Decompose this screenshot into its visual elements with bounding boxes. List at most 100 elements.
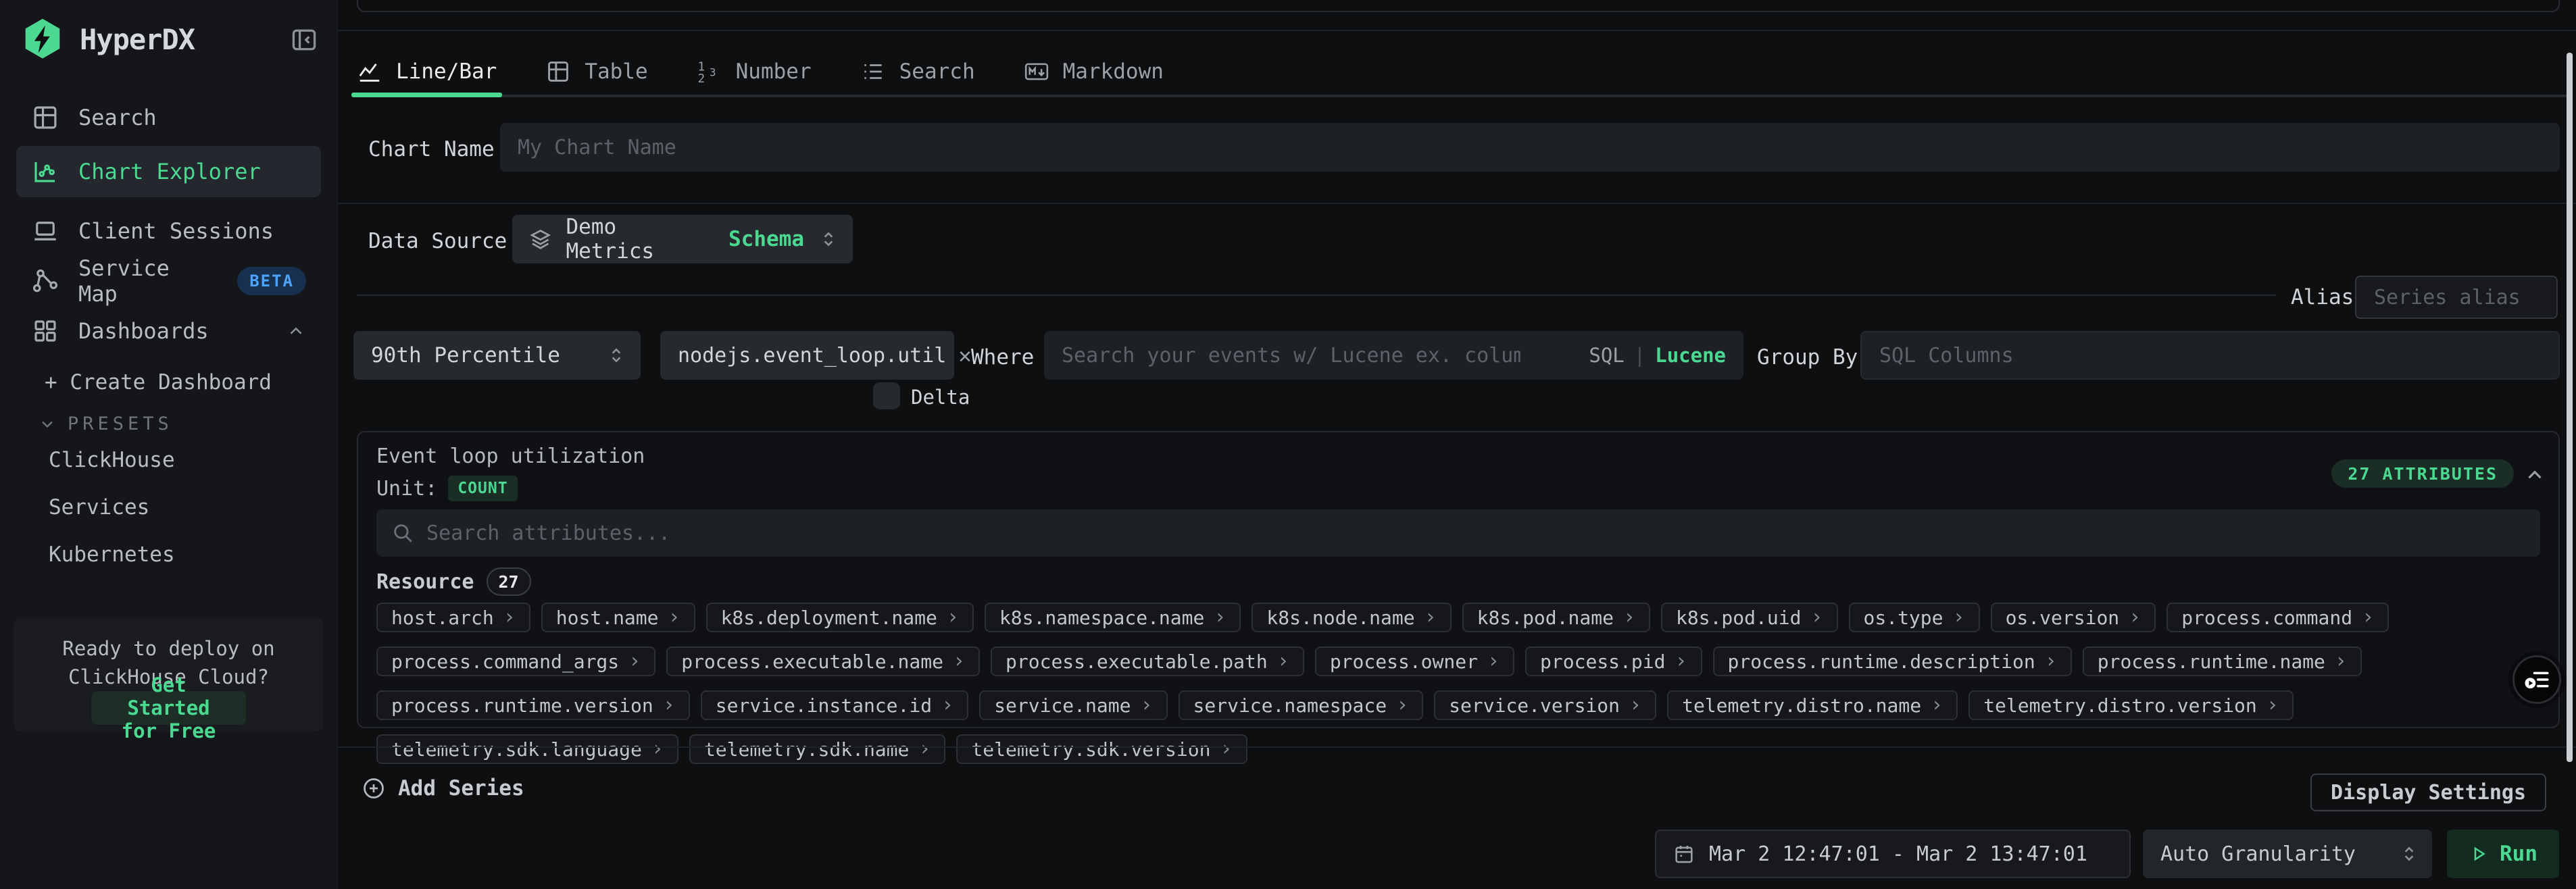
attribute-chip[interactable]: k8s.pod.uid › [1661, 603, 1838, 632]
lucene-option[interactable]: Lucene [1655, 344, 1726, 367]
chevron-right-icon: › [2045, 651, 2057, 671]
aggregation-value: 90th Percentile [371, 343, 560, 367]
cloud-promo-card: Ready to deploy on ClickHouse Cloud? Get… [14, 618, 324, 732]
divider [338, 746, 2576, 748]
sidebar-item-chart-explorer[interactable]: Chart Explorer [16, 146, 321, 197]
where-search: SQL | Lucene [1044, 331, 1743, 380]
group-by-input[interactable] [1860, 331, 2560, 380]
sidebar-item-label: Client Sessions [78, 218, 274, 244]
tab-label: Search [899, 59, 975, 84]
scrollbar-thumb[interactable] [2567, 53, 2573, 762]
markdown-icon [1024, 59, 1049, 84]
attribute-chip[interactable]: service.namespace › [1179, 690, 1424, 720]
resource-count-badge: 27 [487, 567, 531, 596]
granularity-select[interactable]: Auto Granularity [2143, 830, 2432, 878]
attribute-chip[interactable]: telemetry.sdk.version › [956, 734, 1247, 764]
numbers-icon: 1 2 3 [697, 59, 722, 84]
attribute-chip[interactable]: process.command_args › [376, 646, 655, 676]
attribute-chip[interactable]: k8s.namespace.name › [985, 603, 1241, 632]
attribute-chip[interactable]: service.name › [979, 690, 1167, 720]
query-language-toggle[interactable]: SQL | Lucene [1589, 331, 1726, 380]
chevron-right-icon: › [503, 607, 516, 628]
sql-option[interactable]: SQL [1589, 344, 1624, 367]
chevron-right-icon: › [1396, 695, 1408, 715]
attribute-name: process.runtime.description [1728, 651, 2035, 673]
attribute-chip[interactable]: os.type › [1849, 603, 1980, 632]
where-label: Where [971, 345, 1034, 370]
attribute-chip[interactable]: service.instance.id › [701, 690, 968, 720]
sidebar-item-search[interactable]: Search [16, 95, 321, 141]
attribute-name: telemetry.distro.version [1983, 694, 2257, 717]
schema-link[interactable]: Schema [728, 227, 804, 251]
attribute-chip[interactable]: process.owner › [1315, 646, 1514, 676]
attribute-chip[interactable]: k8s.node.name › [1252, 603, 1451, 632]
attribute-chip[interactable]: process.executable.path › [991, 646, 1304, 676]
chart-name-input[interactable] [500, 123, 2560, 172]
attribute-chip[interactable]: host.arch › [376, 603, 530, 632]
chevron-right-icon: › [947, 607, 959, 628]
filter-float-button[interactable] [2512, 655, 2561, 704]
attribute-chip[interactable]: process.runtime.version › [376, 690, 690, 720]
chevron-right-icon: › [1220, 739, 1232, 759]
run-label: Run [2500, 842, 2537, 866]
attribute-chip[interactable]: k8s.deployment.name › [706, 603, 974, 632]
attribute-chip[interactable]: process.runtime.description › [1713, 646, 2072, 676]
attribute-name: process.command_args [391, 651, 619, 673]
delta-checkbox[interactable] [873, 382, 900, 409]
chevron-right-icon: › [1623, 607, 1635, 628]
aggregation-select[interactable]: 90th Percentile [353, 331, 641, 380]
preset-item[interactable]: Kubernetes [49, 539, 175, 570]
attribute-chip[interactable]: telemetry.sdk.name › [689, 734, 946, 764]
attribute-name: telemetry.sdk.version [971, 738, 1210, 761]
attribute-chip[interactable]: telemetry.distro.name › [1667, 690, 1958, 720]
sidebar-item-label: Chart Explorer [78, 159, 261, 184]
sidebar-collapse-icon[interactable] [289, 24, 320, 55]
sidebar-item-dashboards[interactable]: Dashboards [16, 308, 321, 354]
layers-icon [528, 227, 552, 251]
alias-input[interactable] [2355, 276, 2558, 319]
metric-select[interactable]: nodejs.event_loop.util ✕ [660, 331, 954, 380]
time-range-value: Mar 2 12:47:01 - Mar 2 13:47:01 [1709, 842, 2087, 866]
tab-markdown[interactable]: Markdown [1024, 49, 1164, 95]
metric-description: Event loop utilization [376, 444, 645, 468]
time-range-picker[interactable]: Mar 2 12:47:01 - Mar 2 13:47:01 [1655, 830, 2131, 878]
tab-number[interactable]: 1 2 3 Number [697, 49, 812, 95]
attribute-chip[interactable]: process.pid › [1525, 646, 1702, 676]
tab-search[interactable]: Search [860, 49, 975, 95]
tab-line-bar[interactable]: Line/Bar [357, 49, 497, 95]
preset-item[interactable]: ClickHouse [49, 444, 175, 476]
attribute-chip[interactable]: telemetry.sdk.language › [376, 734, 678, 764]
attribute-chip[interactable]: process.executable.name › [666, 646, 980, 676]
attributes-search-input[interactable] [376, 509, 2540, 557]
search-icon [391, 522, 414, 544]
tab-table[interactable]: Table [545, 49, 647, 95]
preset-item[interactable]: Services [49, 492, 175, 523]
add-series-button[interactable]: Add Series [362, 771, 524, 805]
attribute-chip[interactable]: host.name › [541, 603, 695, 632]
attribute-name: process.runtime.version [391, 694, 653, 717]
close-icon[interactable]: ✕ [958, 345, 971, 366]
attribute-chip[interactable]: k8s.pod.name › [1462, 603, 1650, 632]
group-by-label: Group By [1757, 345, 1858, 370]
metric-attributes-panel: Event loop utilization Unit: COUNT 27 AT… [357, 431, 2560, 728]
sidebar-item-client-sessions[interactable]: Client Sessions [16, 208, 321, 254]
table-icon [31, 103, 59, 132]
attribute-chip[interactable]: service.version › [1434, 690, 1656, 720]
display-settings-button[interactable]: Display Settings [2310, 773, 2546, 811]
data-source-select[interactable]: Demo Metrics Schema [512, 215, 853, 263]
attribute-chip[interactable]: process.runtime.name › [2083, 646, 2362, 676]
collapse-chevron-icon[interactable] [2523, 463, 2546, 486]
presets-toggle[interactable]: PRESETS [38, 413, 173, 434]
attribute-chip[interactable]: os.version › [1991, 603, 2156, 632]
chevron-right-icon: › [1675, 651, 1687, 671]
attribute-chip[interactable]: process.command › [2166, 603, 2389, 632]
create-dashboard-button[interactable]: + Create Dashboard [45, 370, 272, 395]
tab-label: Line/Bar [396, 59, 497, 84]
get-started-button[interactable]: Get Started for Free [91, 691, 247, 725]
metric-name: nodejs.event_loop.util [678, 344, 946, 367]
sidebar-item-service-map[interactable]: Service Map BETA [16, 258, 321, 304]
attribute-chip[interactable]: telemetry.distro.version › [1968, 690, 2294, 720]
chevron-right-icon: › [1487, 651, 1500, 671]
run-button[interactable]: Run [2447, 830, 2559, 878]
data-source-label: Data Source [368, 229, 507, 253]
